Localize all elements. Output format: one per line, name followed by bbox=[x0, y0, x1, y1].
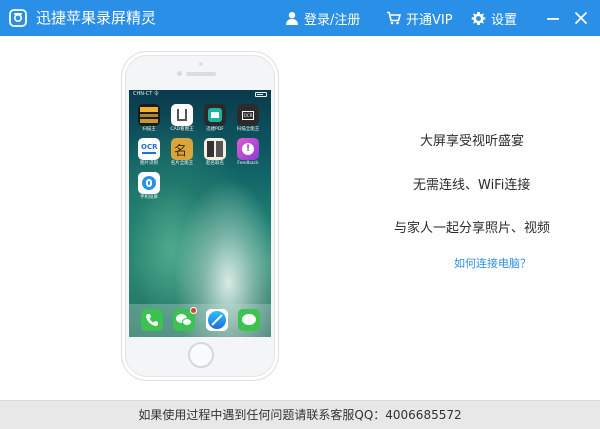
scanner-app-icon bbox=[138, 104, 160, 126]
settings-label: 设置 bbox=[491, 12, 518, 28]
phone-camera bbox=[177, 71, 182, 76]
app-label: 起名取名 bbox=[206, 161, 224, 166]
iphone-mockup: CHN-CT 令 扫描王 CAD看图王 迅捷PDF OCR 扫描全能王 OCR … bbox=[121, 51, 279, 381]
login-register-label: 登录/注册 bbox=[304, 12, 361, 28]
app-label: Feedback bbox=[237, 161, 259, 166]
app-label: 图片识别 bbox=[140, 161, 158, 166]
gear-icon bbox=[471, 11, 486, 25]
app-icon-namecard: 名 名片全能王 bbox=[171, 138, 193, 170]
app-label: 扫描全能王 bbox=[236, 127, 260, 132]
app-icon-mirror: 手机投屏 bbox=[138, 172, 160, 204]
minimize-icon[interactable] bbox=[544, 9, 562, 27]
dock-phone bbox=[141, 309, 163, 331]
app-icon-camscanner: OCR 扫描全能王 bbox=[237, 104, 259, 136]
battery-icon bbox=[255, 92, 267, 97]
cad-app-icon bbox=[171, 104, 193, 126]
app-label: 扫描王 bbox=[142, 127, 156, 132]
ocr-app-icon: OCR bbox=[237, 104, 259, 126]
app-icon-pdf: 迅捷PDF bbox=[204, 104, 226, 136]
dock-messages bbox=[238, 309, 260, 331]
app-icon-cad: CAD看图王 bbox=[170, 104, 194, 136]
dock-wechat bbox=[173, 307, 197, 331]
messages-icon bbox=[238, 309, 260, 331]
support-footer: 如果使用过程中遇到任何问题请联系客服QQ：4006685572 bbox=[0, 400, 600, 429]
app-logo-icon bbox=[9, 9, 27, 27]
login-register-button[interactable]: 登录/注册 bbox=[285, 8, 360, 28]
close-icon[interactable] bbox=[572, 9, 590, 27]
image-ocr-app-icon: OCR bbox=[138, 138, 160, 160]
app-label: CAD看图王 bbox=[170, 127, 194, 132]
phone-dock bbox=[129, 304, 271, 337]
app-title: 迅捷苹果录屏精灵 bbox=[36, 9, 157, 27]
title-bar: 迅捷苹果录屏精灵 登录/注册 开通VIP 设置 bbox=[0, 0, 600, 36]
app-icon-image-ocr: OCR 图片识别 bbox=[138, 138, 160, 170]
feature-line-3: 与家人一起分享照片、视频 bbox=[394, 221, 551, 236]
mirror-app-icon bbox=[138, 172, 160, 194]
app-label: 手机投屏 bbox=[140, 195, 158, 200]
feedback-app-icon: ! bbox=[237, 138, 259, 160]
status-carrier: CHN-CT 令 bbox=[133, 91, 159, 97]
phone-speaker bbox=[186, 72, 216, 76]
notification-badge bbox=[190, 307, 197, 314]
feature-line-1: 大屏享受视听盛宴 bbox=[420, 134, 525, 149]
naming-app-icon bbox=[204, 138, 226, 160]
app-icon-naming: 起名取名 bbox=[204, 138, 226, 170]
safari-icon bbox=[206, 309, 228, 331]
open-vip-button[interactable]: 开通VIP bbox=[386, 8, 453, 28]
phone-sensor bbox=[199, 62, 203, 66]
how-to-connect-link[interactable]: 如何连接电脑？ bbox=[454, 255, 531, 271]
pdf-app-icon bbox=[204, 104, 226, 126]
open-vip-label: 开通VIP bbox=[406, 12, 453, 28]
user-icon bbox=[286, 12, 298, 25]
namecard-app-icon: 名 bbox=[171, 138, 193, 160]
feature-line-2: 无需连线、WiFi连接 bbox=[413, 178, 531, 193]
phone-status-bar: CHN-CT 令 bbox=[129, 90, 271, 99]
phone-call-icon bbox=[141, 309, 163, 331]
cart-icon bbox=[387, 11, 401, 25]
wechat-icon bbox=[173, 307, 197, 331]
phone-screen: CHN-CT 令 扫描王 CAD看图王 迅捷PDF OCR 扫描全能王 OCR … bbox=[129, 90, 271, 337]
settings-button[interactable]: 设置 bbox=[471, 8, 517, 28]
app-label: 名片全能王 bbox=[170, 161, 194, 166]
app-icon-feedback: ! Feedback bbox=[237, 138, 259, 170]
app-icon-scanner: 扫描王 bbox=[138, 104, 160, 136]
phone-home-button bbox=[188, 342, 214, 368]
dock-safari bbox=[206, 309, 228, 331]
app-label: 迅捷PDF bbox=[206, 127, 224, 132]
